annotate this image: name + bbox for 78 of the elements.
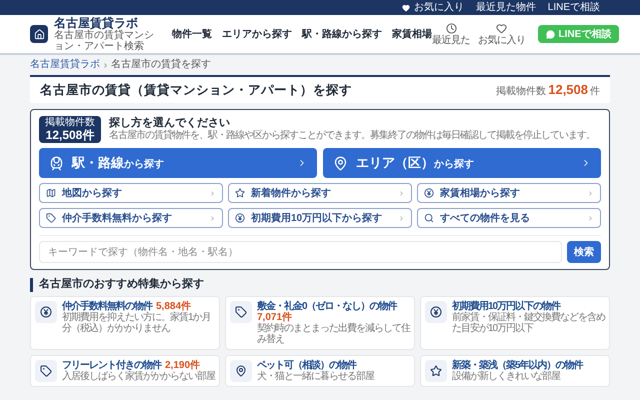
heart-icon: [402, 4, 410, 12]
yen-coin-icon: [424, 188, 434, 198]
secondary-search-button[interactable]: 新着物件から探す: [228, 183, 412, 203]
feature-title: 敷金・礼金0（ゼロ・なし）の物件: [257, 300, 397, 312]
page-title: 名古屋市の賃貸（賃貸マンション・アパート）を探す: [40, 82, 352, 99]
secondary-search-button[interactable]: 初期費用10万円以下から探す: [228, 208, 412, 228]
chevron-icon: [209, 214, 216, 222]
nav-link[interactable]: 駅・路線から探す: [302, 26, 382, 42]
feature-description: 契約時のまとまった出費を減らして住み替え: [257, 322, 410, 345]
primary-search-button[interactable]: エリア（区）から探す: [323, 148, 601, 178]
top-bar-link[interactable]: お気に入り: [402, 2, 464, 12]
feature-card[interactable]: 新築・築浅（築5年以内）の物件 設備が新しくきれいな部屋: [420, 354, 610, 387]
star-icon: [430, 364, 442, 377]
feature-card[interactable]: 初期費用10万円以下の物件 前家賃・保証料・鍵交換費などを含めた目安が10万円以下: [420, 296, 610, 350]
search-icon: [424, 213, 434, 223]
feature-description: 設備が新しくきれいな部屋: [452, 370, 562, 382]
feature-card[interactable]: ペット可（相談）の物件 犬・猫と一緒に暮らせる部屋: [225, 354, 415, 387]
top-bar-link[interactable]: LINEで相談: [548, 2, 600, 12]
yen-coin-icon: [235, 213, 245, 223]
feature-description: 入居後しばらく家賃がかからない部屋: [62, 370, 215, 382]
header-icon-link[interactable]: お気に入り: [478, 22, 526, 46]
primary-search-button[interactable]: 駅・路線から探す: [39, 148, 317, 178]
nav-link[interactable]: エリアから探す: [222, 26, 292, 42]
nav-link[interactable]: 家賃相場: [392, 26, 432, 42]
feature-title: 初期費用10万円以下の物件: [452, 300, 560, 312]
count-badge: 掲載物件数 12,508件: [39, 116, 101, 143]
yen-coin-icon: [40, 306, 52, 318]
chevron-icon: [398, 214, 405, 222]
section-title: 名古屋市のおすすめ特集から探す: [30, 278, 204, 292]
chevron-icon: [587, 190, 594, 196]
tag-icon: [46, 213, 56, 223]
search-button[interactable]: 検索: [567, 241, 601, 263]
feature-title: 新築・築浅（築5年以内）の物件: [452, 360, 583, 371]
count-label: 掲載物件数: [496, 84, 546, 100]
feature-title: ペット可（相談）の物件: [257, 360, 356, 371]
map-icon: [46, 188, 56, 198]
star-icon: [235, 188, 245, 198]
chevron-icon: [102, 62, 109, 68]
tag-icon: [235, 306, 247, 318]
chat-bubble-icon: [546, 30, 554, 38]
chevron-icon: [398, 190, 405, 196]
chevron-icon: [209, 190, 216, 196]
panel-description: 名古屋市の賃貸物件を、駅・路線や区から探すことができます。募集終了の物件は毎日確認して掲載を停止しています。: [109, 130, 595, 142]
feature-title: 仲介手数料無料の物件: [62, 300, 152, 312]
feature-card[interactable]: 仲介手数料無料の物件 5,884件 初期費用を抑えたい方に。家賃1か月分（税込）がかかりません: [30, 296, 220, 350]
train-icon: [49, 156, 64, 170]
map-pin-icon: [333, 156, 348, 170]
count-value: 12,508: [548, 81, 588, 100]
keyword-field[interactable]: キーワードで探す（物件名・地名・駅名）: [39, 241, 562, 263]
breadcrumb-link[interactable]: 名古屋賃貸ラボ: [30, 60, 100, 70]
feature-title: フリーレント付きの物件: [62, 360, 161, 371]
logo-subtitle: 名古屋市の賃貸マンション・アパート検索: [54, 30, 155, 52]
breadcrumb-current: 名古屋市の賃貸を探す: [111, 60, 211, 70]
feature-count: 5,884件: [156, 300, 192, 312]
feature-count: 7,071件: [257, 312, 292, 323]
clock-icon: [446, 22, 456, 34]
feature-card[interactable]: 敷金・礼金0（ゼロ・なし）の物件 7,071件 契約時のまとまった出費を減らして住み替え: [225, 296, 415, 350]
chevron-icon: [587, 214, 594, 222]
heart-icon: [496, 22, 508, 34]
feature-description: 犬・猫と一緒に暮らせる部屋: [257, 370, 374, 382]
feature-description: 前家賃・保証料・鍵交換費などを含めた目安が10万円以下: [452, 312, 605, 334]
count-unit: 件: [590, 85, 600, 100]
feature-count: 2,190件: [165, 360, 200, 371]
secondary-search-button[interactable]: 地図から探す: [39, 183, 223, 203]
top-bar-link[interactable]: 最近見た物件: [476, 2, 536, 12]
secondary-search-button[interactable]: 仲介手数料無料から探す: [39, 208, 223, 228]
map-pin-icon: [235, 364, 247, 377]
secondary-search-button[interactable]: 家賃相場から探す: [417, 183, 601, 203]
logo-title: 名古屋賃貸ラボ: [54, 16, 139, 30]
home-icon: [34, 28, 44, 40]
yen-coin-icon: [430, 306, 442, 318]
header-icon-link[interactable]: 最近見た: [432, 22, 470, 46]
secondary-search-button[interactable]: すべての物件を見る: [417, 208, 601, 228]
tag-icon: [40, 364, 52, 377]
panel-heading: 探し方を選んでください: [109, 117, 231, 130]
nav-link[interactable]: 物件一覧: [172, 26, 212, 42]
feature-card[interactable]: フリーレント付きの物件 2,190件 入居後しばらく家賃がかからない部屋: [30, 354, 220, 387]
feature-description: 初期費用を抑えたい方に。家賃1か月分（税込）がかかりません: [62, 312, 212, 334]
